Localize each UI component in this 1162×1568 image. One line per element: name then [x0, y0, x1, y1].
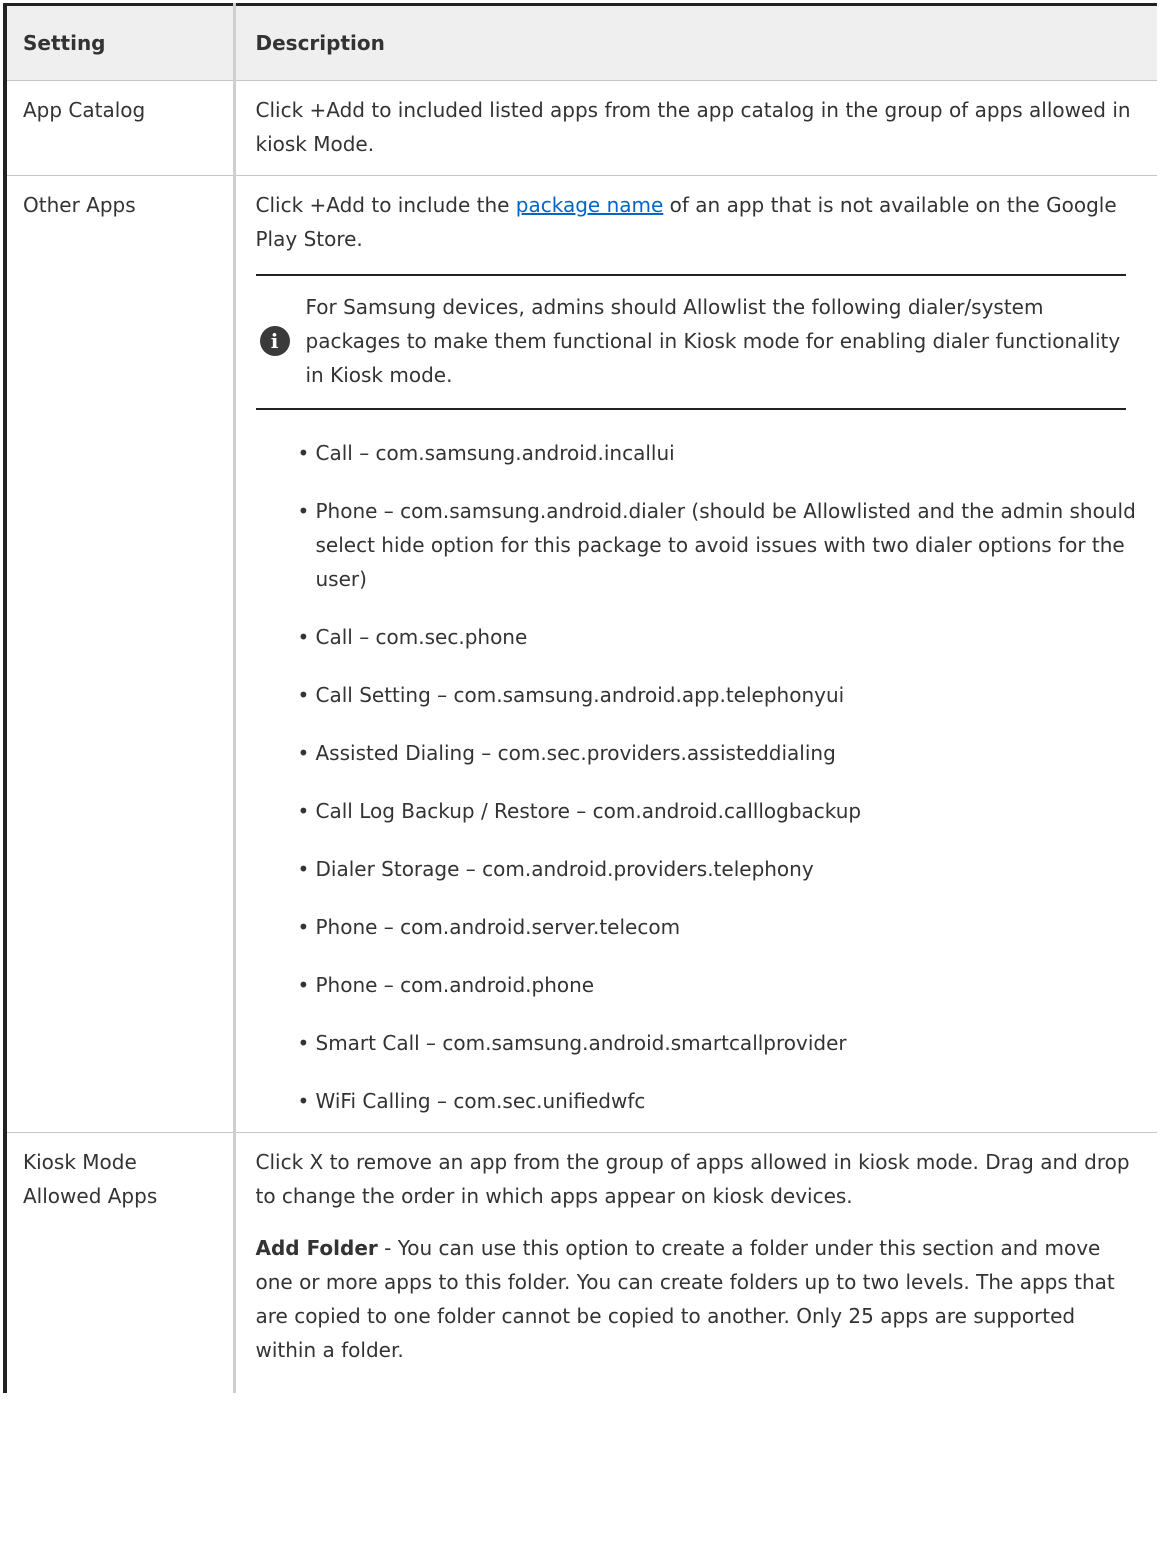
bullet-icon: • — [297, 441, 310, 465]
header-setting: Setting — [5, 4, 236, 81]
package-name-link[interactable]: package name — [516, 193, 664, 217]
setting-other-apps: Other Apps — [5, 175, 236, 1133]
add-folder-label: Add Folder — [255, 1236, 378, 1260]
bullet-icon: • — [297, 1089, 310, 1113]
list-item: • WiFi Calling – com.sec.unifiedwfc — [298, 1084, 1140, 1118]
other-apps-text: Click +Add to include the package name o… — [256, 188, 1140, 256]
setting-kiosk-allowed-apps: Kiosk Mode Allowed Apps — [5, 1132, 236, 1393]
description-kiosk-allowed-apps: Click X to remove an app from the group … — [234, 1133, 1157, 1394]
description-other-apps: Click +Add to include the package name o… — [234, 175, 1157, 1133]
add-folder-text: - You can use this option to create a fo… — [255, 1236, 1115, 1362]
list-item: • Call – com.sec.phone — [298, 620, 1140, 654]
other-apps-text-before: Click +Add to include the — [255, 193, 516, 217]
list-item: • Call – com.samsung.android.incallui — [298, 436, 1140, 470]
list-item: • Smart Call – com.samsung.android.smartc… — [298, 1026, 1140, 1060]
bullet-icon: • — [297, 683, 310, 707]
samsung-note-text: For Samsung devices, admins should Allow… — [305, 295, 1121, 387]
app-catalog-text: Click +Add to included listed apps from … — [255, 98, 1131, 156]
info-icon: i — [259, 326, 290, 356]
package-entry: Dialer Storage – com.android.providers.t… — [315, 857, 814, 881]
dialer-package-list: • Call – com.samsung.android.incallui • Ph… — [256, 436, 1140, 1118]
document-page: Setting Description App Catalog Click +A… — [0, 0, 1162, 1568]
samsung-note: i For Samsung devices, admins should All… — [255, 274, 1126, 410]
bullet-icon: • — [297, 499, 310, 523]
table-row-other-apps: Other Apps Click +Add to include the pac… — [5, 175, 1157, 1133]
bullet-icon: • — [297, 973, 310, 997]
bullet-icon: • — [297, 741, 310, 765]
package-entry: Assisted Dialing – com.sec.providers.ass… — [315, 741, 836, 765]
bullet-icon: • — [297, 625, 310, 649]
package-entry: WiFi Calling – com.sec.unifiedwfc — [315, 1089, 646, 1113]
list-item: • Call Setting – com.samsung.android.app.… — [298, 678, 1140, 712]
table-header-row: Setting Description — [5, 4, 1157, 81]
package-entry: Phone – com.android.phone — [315, 973, 595, 997]
bullet-icon: • — [297, 1031, 310, 1055]
list-item: • Dialer Storage – com.android.providers.… — [298, 852, 1140, 886]
table-row-kiosk-allowed-apps: Kiosk Mode Allowed Apps Click X to remov… — [5, 1132, 1157, 1394]
list-item: • Phone – com.android.phone — [298, 968, 1140, 1002]
package-entry: Smart Call – com.samsung.android.smartca… — [315, 1031, 847, 1055]
package-entry: Phone – com.samsung.android.dialer (shou… — [315, 499, 1136, 591]
list-item: • Phone – com.samsung.android.dialer (sho… — [298, 494, 1140, 596]
settings-table: Setting Description App Catalog Click +A… — [3, 3, 1157, 1393]
list-item: • Assisted Dialing – com.sec.providers.as… — [298, 736, 1140, 770]
list-item: • Call Log Backup / Restore – com.android… — [298, 794, 1140, 828]
description-app-catalog: Click +Add to included listed apps from … — [234, 80, 1157, 176]
package-entry: Call Setting – com.samsung.android.app.t… — [315, 683, 845, 707]
add-folder-paragraph: Add Folder - You can use this option to … — [256, 1231, 1140, 1367]
package-entry: Call – com.samsung.android.incallui — [315, 441, 675, 465]
bullet-icon: • — [297, 799, 310, 823]
table-row-app-catalog: App Catalog Click +Add to included liste… — [5, 80, 1157, 176]
header-description: Description — [234, 4, 1157, 81]
package-entry: Phone – com.android.server.telecom — [315, 915, 681, 939]
package-entry: Call – com.sec.phone — [315, 625, 528, 649]
bullet-icon: • — [297, 857, 310, 881]
kiosk-allowed-text: Click X to remove an app from the group … — [255, 1150, 1130, 1208]
bullet-icon: • — [297, 915, 310, 939]
list-item: • Phone – com.android.server.telecom — [298, 910, 1140, 944]
setting-app-catalog: App Catalog — [5, 80, 236, 176]
package-entry: Call Log Backup / Restore – com.android.… — [315, 799, 862, 823]
